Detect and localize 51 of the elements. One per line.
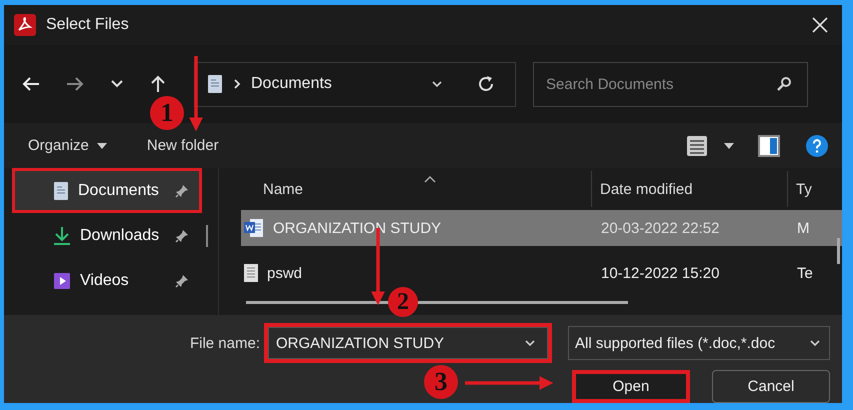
column-header[interactable]: Date modified: [591, 171, 787, 207]
pin-icon[interactable]: [175, 184, 189, 198]
type-cell-text: M: [796, 220, 810, 236]
sidebar-item[interactable]: Videos: [12, 258, 202, 303]
forward-arrow-icon[interactable]: [66, 76, 84, 92]
dialog-button[interactable]: Cancel: [712, 370, 830, 403]
field-label: File name:: [190, 334, 260, 352]
date-cell-text: 20-03-2022 22:52: [600, 220, 720, 236]
search-field[interactable]: Search Documents: [533, 62, 808, 106]
window-title: Select Files: [46, 16, 129, 34]
chevron-down-icon[interactable]: [110, 79, 124, 89]
refresh-icon[interactable]: [477, 75, 495, 93]
preview-pane-icon[interactable]: [758, 134, 780, 156]
text-file-icon: [243, 263, 259, 283]
sidebar-item[interactable]: Documents: [12, 168, 202, 213]
chevron-down-icon: [809, 339, 821, 347]
file-row[interactable]: ORGANIZATION STUDY 20-03-2022 22:52 M: [241, 210, 842, 246]
type-cell-text: Te: [796, 264, 814, 282]
sidebar-item[interactable]: Downloads: [12, 213, 202, 258]
address-bar[interactable]: Documents: [194, 62, 516, 106]
download-icon: [53, 226, 71, 246]
back-arrow-icon[interactable]: [22, 76, 40, 92]
help-icon[interactable]: [806, 134, 828, 156]
chevron-down-icon: [524, 339, 536, 347]
chevron-right-icon: [233, 79, 241, 89]
view-list-icon[interactable]: [686, 134, 708, 156]
word-document-icon: [243, 218, 265, 238]
file-name: ORGANIZATION STUDY: [273, 220, 442, 236]
chevron-down-icon[interactable]: [431, 80, 443, 88]
film-icon: [53, 270, 71, 290]
pdf-app-icon: [14, 14, 36, 36]
column-header[interactable]: Ty: [787, 171, 821, 207]
caret-down-icon[interactable]: [724, 142, 734, 148]
column-header[interactable]: Name: [241, 171, 591, 207]
new-folder-button[interactable]: New folder: [136, 133, 229, 158]
breadcrumb[interactable]: Documents: [251, 75, 332, 93]
close-icon[interactable]: [812, 17, 828, 33]
pin-icon[interactable]: [175, 274, 189, 288]
up-arrow-icon[interactable]: [150, 75, 166, 93]
date-cell-text: 10-12-2022 15:20: [600, 264, 720, 282]
file-name-field[interactable]: ORGANIZATION STUDY: [264, 323, 552, 363]
caret-down-icon: [96, 142, 107, 148]
pin-icon[interactable]: [175, 228, 189, 242]
search-icon: [776, 76, 792, 92]
organize-menu-button[interactable]: Organize: [18, 133, 117, 158]
document-icon: [53, 180, 69, 200]
document-icon: [207, 74, 223, 94]
dialog-button[interactable]: Open: [572, 370, 690, 403]
file-name: pswd: [267, 264, 302, 282]
file-type-dropdown[interactable]: All supported files (*.doc,*.doc: [568, 326, 830, 360]
sort-caret-icon: [424, 176, 436, 183]
